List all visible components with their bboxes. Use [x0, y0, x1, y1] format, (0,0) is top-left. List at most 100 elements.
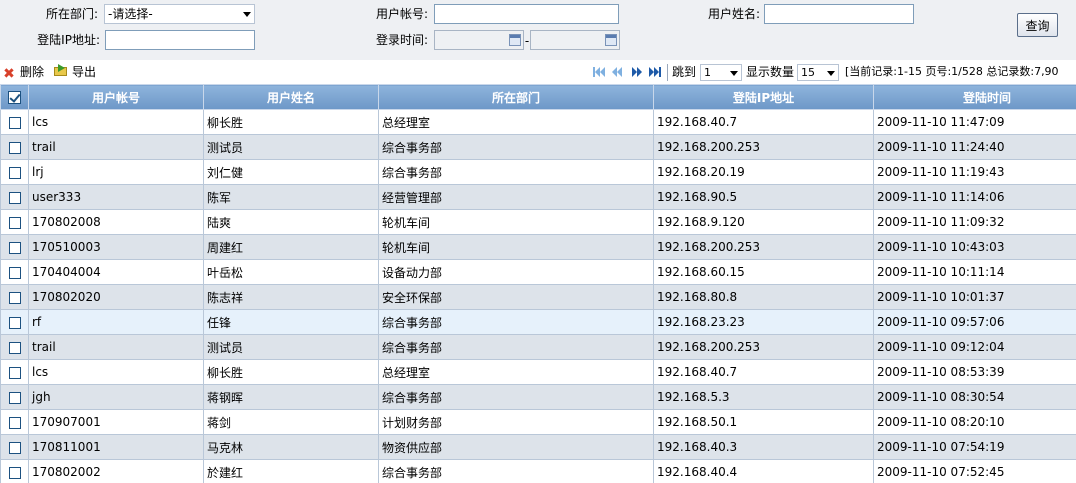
cell-account: user333: [28, 184, 204, 210]
table-row[interactable]: 170404004 叶岳松 设备动力部 192.168.60.15 2009-11-10…: [0, 259, 1076, 285]
delete-button[interactable]: ✖ 删除: [2, 64, 45, 82]
prev-page-icon[interactable]: [610, 66, 624, 78]
select-all-checkbox[interactable]: [0, 84, 29, 110]
row-checkbox: [0, 434, 29, 460]
row-checkbox-input[interactable]: [8, 466, 21, 479]
table-row[interactable]: 170907001 蒋剑 计划财务部 192.168.50.1 2009-11-10 0…: [0, 409, 1076, 435]
table-row[interactable]: 170510003 周建红 轮机车间 192.168.200.253 2009-11-1…: [0, 234, 1076, 260]
row-checkbox-input[interactable]: [8, 341, 21, 354]
row-checkbox-input[interactable]: [8, 316, 21, 329]
row-checkbox: [0, 234, 29, 260]
row-checkbox: [0, 284, 29, 310]
cell-login-time: 2009-11-10 10:43:03: [873, 234, 1076, 260]
row-checkbox-input[interactable]: [8, 216, 21, 229]
row-checkbox-input[interactable]: [8, 291, 21, 304]
col-header-login-time[interactable]: 登陆时间: [873, 84, 1076, 110]
cell-login-time: 2009-11-10 11:14:06: [873, 184, 1076, 210]
table-row[interactable]: 170802002 於建红 综合事务部 192.168.40.4 2009-11-10 …: [0, 459, 1076, 483]
cell-username: 陆爽: [203, 209, 379, 235]
cell-ip: 192.168.60.15: [653, 259, 874, 285]
last-page-icon[interactable]: [648, 66, 662, 78]
username-input[interactable]: [764, 4, 914, 24]
cell-account: trail: [28, 334, 204, 360]
table-row[interactable]: trail 测试员 综合事务部 192.168.200.253 2009-11-10 0…: [0, 334, 1076, 360]
row-checkbox-input[interactable]: [8, 391, 21, 404]
cell-username: 蒋剑: [203, 409, 379, 435]
row-checkbox: [0, 459, 29, 483]
cell-department: 综合事务部: [378, 309, 654, 335]
cell-ip: 192.168.40.7: [653, 359, 874, 385]
cell-username: 测试员: [203, 134, 379, 160]
table-row[interactable]: 170811001 马克林 物资供应部 192.168.40.3 2009-11-10 …: [0, 434, 1076, 460]
cell-account: 170811001: [28, 434, 204, 460]
row-checkbox: [0, 184, 29, 210]
row-checkbox: [0, 359, 29, 385]
col-header-department[interactable]: 所在部门: [378, 84, 654, 110]
first-page-icon[interactable]: [592, 66, 606, 78]
table-row[interactable]: 170802020 陈志祥 安全环保部 192.168.80.8 2009-11-10 …: [0, 284, 1076, 310]
row-checkbox-input[interactable]: [8, 141, 21, 154]
cell-department: 经营管理部: [378, 184, 654, 210]
chevron-down-icon: [243, 12, 251, 17]
cell-login-time: 2009-11-10 09:12:04: [873, 334, 1076, 360]
department-select[interactable]: -请选择-: [104, 4, 255, 24]
delete-x-icon: ✖: [3, 66, 15, 82]
table-row[interactable]: jgh 蒋钢晖 综合事务部 192.168.5.3 2009-11-10 08:30:5…: [0, 384, 1076, 410]
ip-input[interactable]: [105, 30, 255, 50]
table-row[interactable]: lrj 刘仁健 综合事务部 192.168.20.19 2009-11-10 11:19…: [0, 159, 1076, 185]
cell-username: 柳长胜: [203, 109, 379, 135]
department-label: 所在部门:: [45, 7, 98, 21]
count-select-value: 15: [801, 66, 815, 79]
row-checkbox: [0, 209, 29, 235]
start-date-input[interactable]: [434, 30, 524, 50]
col-header-account[interactable]: 用户帐号: [28, 84, 204, 110]
export-folder-icon: [54, 64, 68, 78]
table-row[interactable]: rf 任锋 综合事务部 192.168.23.23 2009-11-10 09:57:0…: [0, 309, 1076, 335]
cell-login-time: 2009-11-10 11:47:09: [873, 109, 1076, 135]
row-checkbox-input[interactable]: [8, 116, 21, 129]
query-button[interactable]: 查询: [1017, 13, 1058, 37]
row-checkbox-input[interactable]: [8, 266, 21, 279]
cell-department: 综合事务部: [378, 459, 654, 483]
cell-username: 测试员: [203, 334, 379, 360]
table-row[interactable]: 170802008 陆爽 轮机车间 192.168.9.120 2009-11-10 1…: [0, 209, 1076, 235]
pager-divider: [667, 64, 668, 81]
cell-department: 轮机车间: [378, 234, 654, 260]
count-select[interactable]: 15: [797, 64, 839, 81]
cell-ip: 192.168.9.120: [653, 209, 874, 235]
cell-account: 170802020: [28, 284, 204, 310]
table-row[interactable]: trail 测试员 综合事务部 192.168.200.253 2009-11-10 1…: [0, 134, 1076, 160]
cell-account: 170510003: [28, 234, 204, 260]
cell-ip: 192.168.50.1: [653, 409, 874, 435]
cell-username: 周建红: [203, 234, 379, 260]
row-checkbox-input[interactable]: [8, 191, 21, 204]
end-date-input[interactable]: [530, 30, 620, 50]
calendar-icon[interactable]: [509, 34, 521, 46]
row-checkbox-input[interactable]: [8, 441, 21, 454]
delete-label: 删除: [20, 65, 45, 79]
col-header-username[interactable]: 用户姓名: [203, 84, 379, 110]
ip-label: 登陆IP地址:: [37, 33, 100, 47]
calendar-icon[interactable]: [605, 34, 617, 46]
next-page-icon[interactable]: [630, 66, 644, 78]
row-checkbox-input[interactable]: [8, 166, 21, 179]
row-checkbox-input[interactable]: [8, 366, 21, 379]
table-row[interactable]: user333 陈军 经营管理部 192.168.90.5 2009-11-10 11:…: [0, 184, 1076, 210]
table-row[interactable]: lcs 柳长胜 总经理室 192.168.40.7 2009-11-10 08:53:3…: [0, 359, 1076, 385]
cell-login-time: 2009-11-10 09:57:06: [873, 309, 1076, 335]
record-status: [当前记录:1-15 页号:1/528 总记录数:7,90: [845, 65, 1059, 78]
department-select-value: -请选择-: [108, 7, 153, 21]
cell-account: 170802002: [28, 459, 204, 483]
table-row[interactable]: lcs 柳长胜 总经理室 192.168.40.7 2009-11-10 11:47:0…: [0, 109, 1076, 135]
row-checkbox-input[interactable]: [8, 416, 21, 429]
row-checkbox-input[interactable]: [8, 241, 21, 254]
page-select[interactable]: 1: [700, 64, 742, 81]
col-header-ip[interactable]: 登陆IP地址: [653, 84, 874, 110]
account-input[interactable]: [434, 4, 619, 24]
cell-ip: 192.168.40.4: [653, 459, 874, 483]
page-select-value: 1: [704, 66, 711, 79]
cell-department: 综合事务部: [378, 159, 654, 185]
chevron-down-icon: [730, 71, 738, 76]
cell-ip: 192.168.23.23: [653, 309, 874, 335]
export-button[interactable]: 导出: [54, 64, 96, 80]
